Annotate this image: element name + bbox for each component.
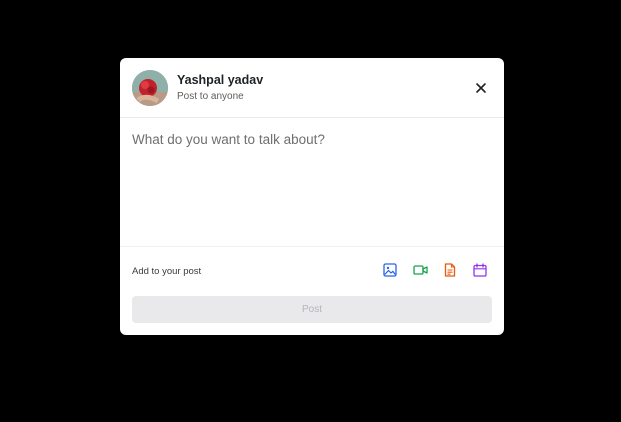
add-video-button[interactable] [412,262,428,278]
post-button[interactable]: Post [132,296,492,323]
create-post-modal: Yashpal yadav Post to anyone Add to your… [120,58,504,335]
calendar-icon [473,263,487,277]
post-text-input[interactable] [132,132,488,232]
add-event-button[interactable] [472,262,488,278]
close-icon [476,83,486,93]
document-icon [444,263,456,277]
close-button[interactable] [470,77,492,99]
avatar [132,70,168,106]
video-icon [412,265,428,275]
composer-area [120,118,504,247]
image-icon [383,263,397,277]
modal-header: Yashpal yadav Post to anyone [120,58,504,118]
add-to-post-label: Add to your post [132,266,202,277]
add-document-button[interactable] [442,262,458,278]
post-toolbar: Add to your post [120,247,504,293]
add-image-button[interactable] [382,262,398,278]
post-audience[interactable]: Post to anyone [177,91,244,102]
user-name: Yashpal yadav [177,73,264,87]
